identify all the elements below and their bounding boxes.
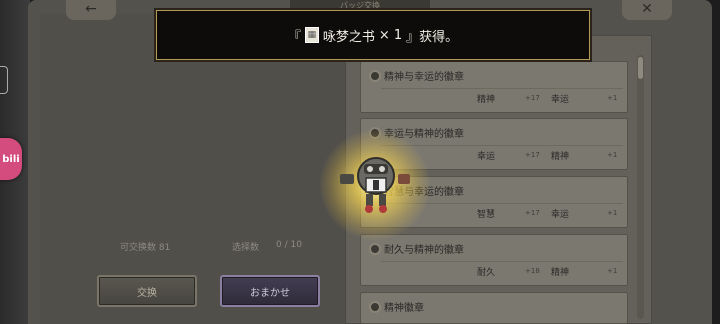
edge-handle[interactable] [0, 66, 8, 94]
badge-list-item[interactable]: 耐久与精神的徽章 耐久 +18 精神 +1 [360, 234, 628, 286]
badge-list-item[interactable]: 精神徽章 [360, 292, 628, 324]
badge-icon [369, 69, 381, 82]
bilibili-floating-button[interactable]: bili [0, 138, 22, 180]
close-icon: ✕ [641, 1, 653, 17]
badge-icon [369, 300, 381, 313]
badge-name: 精神与幸运的徽章 [384, 72, 464, 83]
stat-value: +1 [607, 209, 618, 217]
book-icon: ▦ [304, 27, 319, 43]
reward-toast: 『 ▦ 咏梦之书 × 1 』获得。 [156, 10, 590, 60]
stat-value: +1 [607, 151, 618, 159]
selected-count-value: 0 / 10 [276, 240, 302, 250]
trade-button-label: 交换 [137, 287, 157, 299]
badge-name: 耐久与精神的徽章 [384, 245, 464, 256]
stat-value: +17 [525, 94, 540, 102]
auto-select-button-label: おまかせ [250, 287, 290, 299]
badge-stats: 耐久 +18 精神 +1 [381, 261, 623, 278]
robot-character-sprite [340, 157, 410, 213]
close-button[interactable]: ✕ [622, 0, 672, 20]
exchangeable-count: 可交换数 81 [120, 243, 171, 253]
stat-value: +1 [607, 267, 618, 275]
scrollbar-thumb[interactable] [638, 57, 643, 79]
trade-button[interactable]: 交换 [97, 275, 197, 307]
toast-open-bracket: 『 [287, 29, 301, 45]
toast-item-name: 咏梦之书 [322, 29, 375, 45]
stat-value: +18 [525, 267, 540, 275]
badge-icon [369, 242, 381, 255]
back-arrow-icon: ← [85, 1, 97, 17]
stat-value: +17 [525, 209, 540, 217]
toast-suffix: 』获得。 [406, 29, 459, 45]
stat-value: +17 [525, 151, 540, 159]
back-button[interactable]: ← [66, 0, 116, 20]
stat-label: 智慧 [477, 210, 496, 220]
badge-stats: 精神 +17 幸运 +1 [381, 88, 623, 105]
side-button-label: bili [2, 153, 20, 165]
badge-list-scrollbar[interactable] [637, 55, 644, 319]
stat-label: 耐久 [477, 268, 496, 278]
stat-label: 精神 [551, 152, 570, 162]
stat-value: +1 [607, 94, 618, 102]
auto-select-button[interactable]: おまかせ [220, 275, 320, 307]
badge-name: 精神徽章 [384, 303, 424, 314]
selected-count-label: 选择数 [232, 243, 260, 253]
stat-label: 精神 [551, 268, 570, 278]
stat-label: 幸运 [551, 95, 570, 105]
badge-list-item[interactable]: 精神与幸运的徽章 精神 +17 幸运 +1 [360, 61, 628, 113]
stat-label: 精神 [477, 95, 496, 105]
stat-label: 幸运 [477, 152, 496, 162]
toast-quantity: × 1 [378, 27, 403, 43]
stat-label: 幸运 [551, 210, 570, 220]
